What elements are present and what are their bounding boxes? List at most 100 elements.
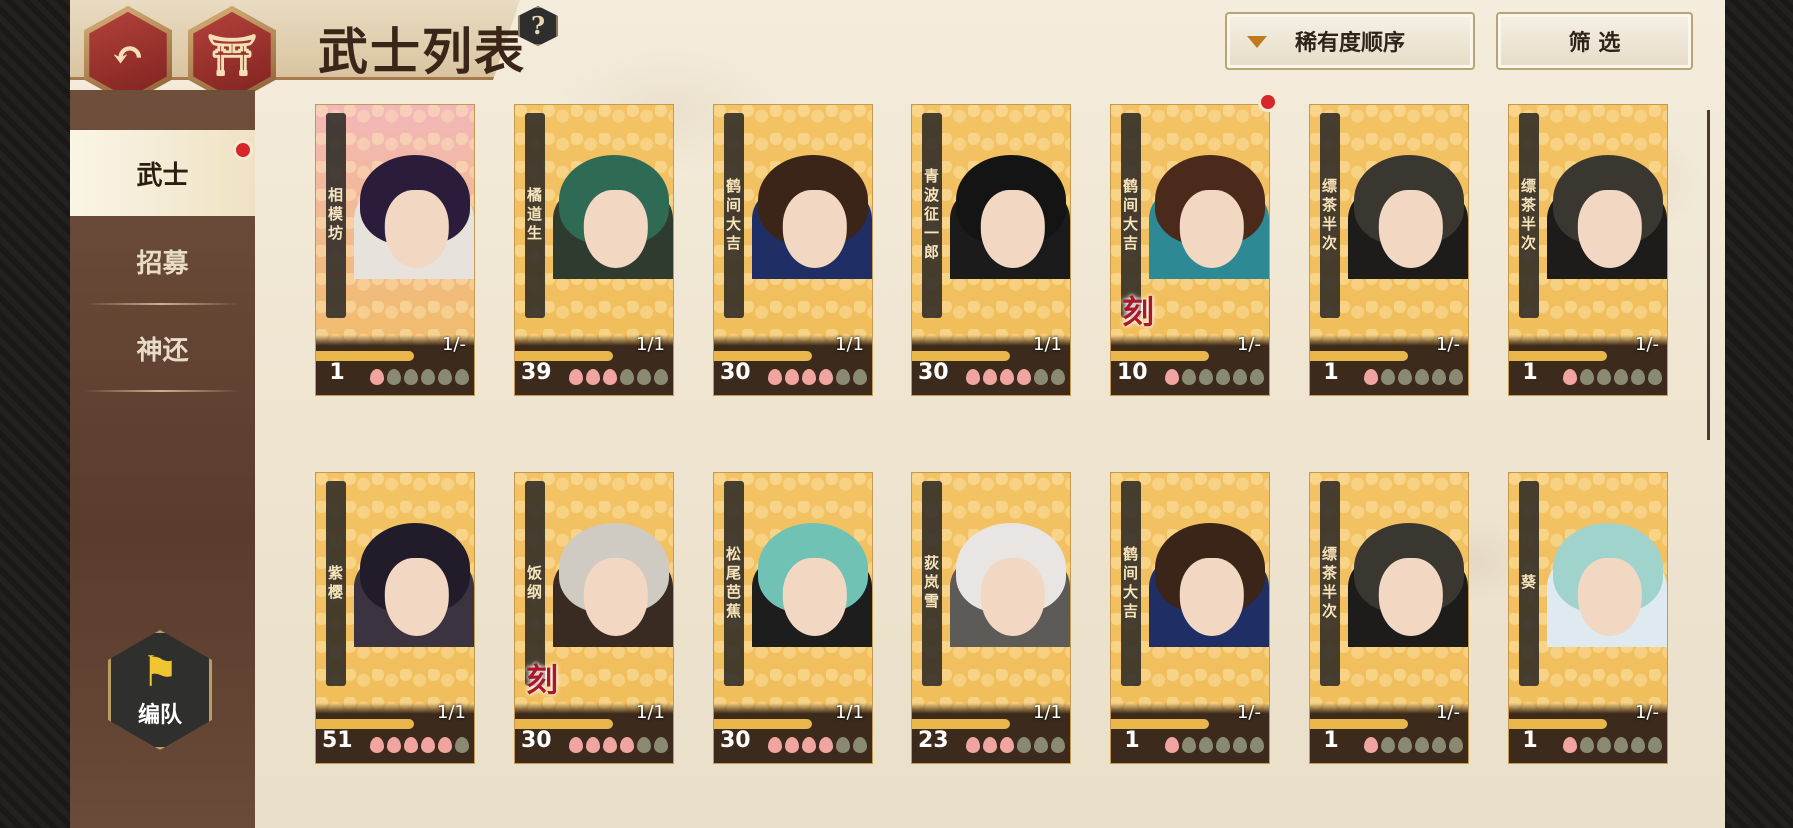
level-value: 23 bbox=[918, 727, 949, 753]
character-name: 缥茶半次 bbox=[1320, 481, 1340, 686]
header: ↶ ⛩ 武士列表 ? 稀有度顺序 筛 选 bbox=[70, 0, 1725, 104]
samurai-card[interactable]: 紫樱 1/1 51 bbox=[315, 472, 475, 764]
sakura-petal-icon bbox=[853, 369, 867, 385]
sakura-petal-icon bbox=[1250, 369, 1264, 385]
rarity-petals bbox=[966, 369, 1065, 385]
sakura-petal-icon bbox=[1216, 737, 1230, 753]
character-portrait bbox=[732, 483, 872, 705]
sakura-petal-icon bbox=[387, 369, 401, 385]
samurai-card[interactable]: 松尾芭蕉 1/1 30 bbox=[713, 472, 873, 764]
copy-count: 1/1 bbox=[835, 702, 864, 723]
sakura-petal-icon bbox=[768, 737, 782, 753]
sakura-petal-icon bbox=[1648, 737, 1662, 753]
rarity-petals bbox=[1563, 737, 1662, 753]
sakura-petal-icon bbox=[1034, 737, 1048, 753]
engraved-seal-badge: 刻 bbox=[1121, 293, 1154, 331]
sakura-petal-icon bbox=[1165, 369, 1179, 385]
team-formation-button[interactable]: ⚑ 编队 bbox=[108, 630, 212, 750]
filter-button[interactable]: 筛 选 bbox=[1496, 12, 1693, 70]
copy-count: 1/1 bbox=[1033, 702, 1062, 723]
rarity-petals bbox=[569, 737, 668, 753]
sakura-petal-icon bbox=[438, 369, 452, 385]
samurai-card[interactable]: 青波征一郎 1/1 30 bbox=[911, 104, 1071, 396]
sakura-petal-icon bbox=[1051, 737, 1065, 753]
scrollbar[interactable] bbox=[1707, 110, 1710, 440]
sakura-petal-icon bbox=[603, 737, 617, 753]
samurai-card[interactable]: 橘道生 1/1 39 bbox=[514, 104, 674, 396]
portrait-face bbox=[1378, 558, 1443, 637]
sakura-petal-icon bbox=[853, 737, 867, 753]
portrait-face bbox=[583, 190, 648, 269]
sakura-petal-icon bbox=[1182, 369, 1196, 385]
samurai-card[interactable]: 饭纲刻 1/1 30 bbox=[514, 472, 674, 764]
sidebar-item-return[interactable]: 神还 bbox=[70, 305, 255, 391]
copy-count: 1/1 bbox=[636, 702, 665, 723]
sakura-petal-icon bbox=[603, 369, 617, 385]
portrait-face bbox=[384, 190, 449, 269]
sakura-petal-icon bbox=[768, 369, 782, 385]
sakura-petal-icon bbox=[1199, 369, 1213, 385]
sakura-petal-icon bbox=[1563, 369, 1577, 385]
portrait-face bbox=[1179, 190, 1244, 269]
character-portrait bbox=[930, 115, 1070, 337]
sort-rarity-button[interactable]: 稀有度顺序 bbox=[1225, 12, 1475, 70]
portrait-face bbox=[1577, 558, 1642, 637]
right-frame bbox=[1725, 0, 1793, 828]
sort-dropdown-icon bbox=[1247, 36, 1267, 48]
samurai-card[interactable]: 相模坊 1/- 1 bbox=[315, 104, 475, 396]
notification-dot bbox=[233, 140, 253, 160]
sakura-petal-icon bbox=[455, 369, 469, 385]
portrait-face bbox=[583, 558, 648, 637]
sidebar-item-label: 武士 bbox=[136, 160, 189, 191]
samurai-card[interactable]: 缥茶半次 1/- 1 bbox=[1309, 104, 1469, 396]
level-value: 51 bbox=[322, 727, 353, 753]
sidebar: 武士 招募 神还 ⚑ 编队 bbox=[70, 90, 255, 828]
sakura-petal-icon bbox=[1648, 369, 1662, 385]
sidebar-item-label: 招募 bbox=[136, 248, 189, 279]
character-name: 松尾芭蕉 bbox=[724, 481, 744, 686]
sakura-petal-icon bbox=[1000, 369, 1014, 385]
copy-count: 1/1 bbox=[437, 702, 466, 723]
portrait-face bbox=[1577, 190, 1642, 269]
back-arrow-icon: ↶ bbox=[111, 31, 145, 79]
sakura-petal-icon bbox=[1250, 737, 1264, 753]
sakura-petal-icon bbox=[785, 369, 799, 385]
sakura-petal-icon bbox=[1364, 737, 1378, 753]
sakura-petal-icon bbox=[586, 369, 600, 385]
copy-count: 1/1 bbox=[1033, 334, 1062, 355]
copy-count: 1/- bbox=[1236, 334, 1261, 355]
character-name: 鹤间大吉 bbox=[724, 113, 744, 318]
sakura-petal-icon bbox=[1449, 369, 1463, 385]
portrait-face bbox=[980, 558, 1045, 637]
level-value: 30 bbox=[918, 359, 949, 385]
portrait-face bbox=[980, 190, 1045, 269]
samurai-card[interactable]: 缥茶半次 1/- 1 bbox=[1508, 104, 1668, 396]
samurai-list-screen: ↶ ⛩ 武士列表 ? 稀有度顺序 筛 选 武士 招募 神还 ⚑ 编队 相模坊 1… bbox=[70, 0, 1725, 828]
sakura-petal-icon bbox=[1182, 737, 1196, 753]
samurai-card[interactable]: 葵 1/- 1 bbox=[1508, 472, 1668, 764]
samurai-card[interactable]: 缥茶半次 1/- 1 bbox=[1309, 472, 1469, 764]
samurai-card[interactable]: 鹤间大吉 1/1 30 bbox=[713, 104, 873, 396]
sakura-petal-icon bbox=[966, 369, 980, 385]
sidebar-item-samurai[interactable]: 武士 bbox=[70, 130, 255, 216]
character-name: 青波征一郎 bbox=[922, 113, 942, 318]
portrait-face bbox=[1378, 190, 1443, 269]
sidebar-item-recruit[interactable]: 招募 bbox=[70, 218, 255, 304]
sakura-petal-icon bbox=[983, 369, 997, 385]
rarity-petals bbox=[370, 369, 469, 385]
sakura-petal-icon bbox=[819, 369, 833, 385]
level-value: 30 bbox=[720, 359, 751, 385]
sakura-petal-icon bbox=[983, 737, 997, 753]
character-portrait bbox=[334, 483, 474, 705]
sakura-petal-icon bbox=[1017, 737, 1031, 753]
samurai-card[interactable]: 鹤间大吉 1/- 1 bbox=[1110, 472, 1270, 764]
level-value: 30 bbox=[720, 727, 751, 753]
samurai-card[interactable]: 荻岚雪 1/1 23 bbox=[911, 472, 1071, 764]
sakura-petal-icon bbox=[1034, 369, 1048, 385]
sakura-petal-icon bbox=[387, 737, 401, 753]
sakura-petal-icon bbox=[1398, 369, 1412, 385]
samurai-card[interactable]: 鹤间大吉刻 1/- 10 bbox=[1110, 104, 1270, 396]
portrait-face bbox=[1179, 558, 1244, 637]
shrine-home-icon: ⛩ bbox=[206, 31, 258, 79]
sakura-petal-icon bbox=[836, 369, 850, 385]
